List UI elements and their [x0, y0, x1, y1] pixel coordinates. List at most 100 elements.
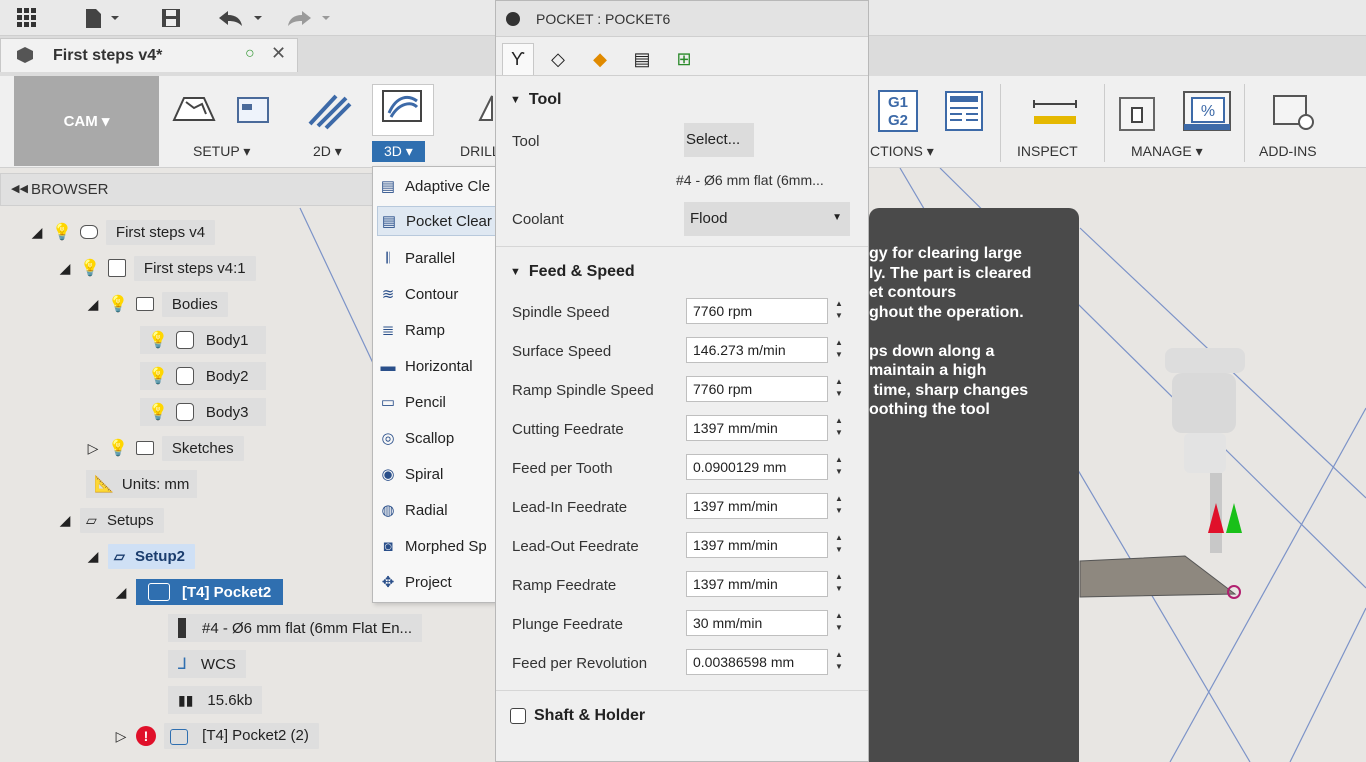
scripts-addins-icon[interactable]	[1272, 90, 1318, 132]
browser-header[interactable]: ◀◀ BROWSER	[0, 173, 380, 206]
tree-node-body3[interactable]: 💡 Body3	[140, 398, 267, 426]
tree-node-body2[interactable]: 💡 Body2	[140, 362, 267, 390]
drilling-menu[interactable]: DRILL	[460, 143, 500, 159]
menu-item-project[interactable]: ✥ Project	[377, 567, 501, 597]
menu-item-contour[interactable]: ≋ Contour	[377, 279, 501, 309]
tree-node-root[interactable]: ◢ 💡 First steps v4	[30, 218, 216, 246]
tree-node-units[interactable]: 📐 Units: mm	[86, 470, 198, 498]
ramp-feedrate-input[interactable]: 1397 mm/min	[686, 571, 828, 597]
2d-menu[interactable]: 2D ▾	[313, 143, 342, 160]
tree-node-component[interactable]: ◢ 💡 First steps v4:1	[58, 254, 256, 282]
plunge-feedrate-stepper[interactable]: ▲ ▼	[832, 610, 846, 636]
feed-per-tooth-stepper[interactable]: ▲ ▼	[832, 454, 846, 480]
tree-node-tool[interactable]: #4 - Ø6 mm flat (6mm Flat En...	[168, 614, 423, 642]
menu-item-pocket-clearing[interactable]: ▤ Pocket Clear	[377, 206, 501, 236]
menu-item-adaptive-clearing[interactable]: ▤ Adaptive Cle	[377, 171, 501, 201]
tool-section-header[interactable]: ▼ Tool	[510, 91, 561, 109]
tab-geometry[interactable]: ◇	[542, 43, 574, 75]
tree-node-pocket2[interactable]: ◢ [T4] Pocket2	[114, 578, 284, 606]
ramp-spindle-speed-input[interactable]: 7760 rpm	[686, 376, 828, 402]
workspace-switcher[interactable]: CAM ▾	[14, 76, 159, 166]
menu-item-scallop[interactable]: ◎ Scallop	[377, 423, 501, 453]
menu-item-morphed-spiral[interactable]: ◙ Morphed Sp	[377, 531, 501, 561]
tab-passes[interactable]: ▤	[626, 43, 658, 75]
manage-menu[interactable]: MANAGE ▾	[1131, 143, 1203, 160]
feed-per-revolution-input[interactable]: 0.00386598 mm	[686, 649, 828, 675]
ramp-feedrate-stepper[interactable]: ▲ ▼	[832, 571, 846, 597]
tree-node-pocket2-copy[interactable]: ▷ ! [T4] Pocket2 (2)	[114, 722, 319, 750]
lead-in-feedrate-stepper[interactable]: ▲ ▼	[832, 493, 846, 519]
tool-select-button[interactable]: Select...	[684, 123, 754, 157]
new-setup-icon[interactable]	[170, 90, 216, 132]
shaft-holder-section-header[interactable]: Shaft & Holder	[510, 707, 645, 725]
close-tab-icon[interactable]: ✕	[271, 43, 286, 64]
inspect-measure-icon[interactable]	[1030, 90, 1080, 132]
tree-node-setups[interactable]: ◢ ▱ Setups	[58, 506, 164, 534]
menu-item-pencil[interactable]: ▭ Pencil	[377, 387, 501, 417]
file-menu-icon[interactable]	[80, 6, 126, 30]
tab-heights[interactable]: ◆	[584, 43, 616, 75]
post-library-icon[interactable]: %	[1182, 90, 1232, 132]
expanded-triangle-icon[interactable]: ◢	[86, 548, 100, 565]
lead-out-feedrate-stepper[interactable]: ▲ ▼	[832, 532, 846, 558]
app-grid-icon[interactable]	[14, 6, 40, 30]
expanded-triangle-icon[interactable]: ◢	[114, 584, 128, 601]
menu-item-ramp[interactable]: ≣ Ramp	[377, 315, 501, 345]
spindle-speed-input[interactable]: 7760 rpm	[686, 298, 828, 324]
cutting-feedrate-input[interactable]: 1397 mm/min	[686, 415, 828, 441]
tab-linking[interactable]: ⊞	[668, 43, 700, 75]
surface-speed-input[interactable]: 146.273 m/min	[686, 337, 828, 363]
save-icon[interactable]	[156, 6, 186, 30]
lead-in-feedrate-input[interactable]: 1397 mm/min	[686, 493, 828, 519]
coolant-select[interactable]: Flood ▼	[684, 202, 850, 236]
actions-menu[interactable]: CTIONS ▾	[870, 143, 934, 160]
post-process-icon[interactable]: G1 G2	[878, 90, 924, 132]
tree-node-body1[interactable]: 💡 Body1	[140, 326, 267, 354]
plunge-feedrate-input[interactable]: 30 mm/min	[686, 610, 828, 636]
spindle-speed-stepper[interactable]: ▲ ▼	[832, 298, 846, 324]
3d-toolpath-icon[interactable]	[372, 84, 434, 136]
collapsed-triangle-icon[interactable]: ▷	[114, 728, 128, 745]
feed-per-tooth-input[interactable]: 0.0900129 mm	[686, 454, 828, 480]
expanded-triangle-icon[interactable]: ◢	[58, 260, 72, 277]
inspect-menu[interactable]: INSPECT	[1017, 143, 1078, 159]
lead-out-feedrate-input[interactable]: 1397 mm/min	[686, 532, 828, 558]
add-ins-menu[interactable]: ADD-INS	[1259, 143, 1317, 159]
undo-icon[interactable]	[214, 6, 270, 30]
visibility-bulb-icon[interactable]: 💡	[108, 294, 128, 314]
tree-node-nc-size[interactable]: ▮▮ 15.6kb	[168, 686, 263, 714]
2d-toolpath-icon[interactable]	[306, 90, 352, 132]
hidden-bulb-icon[interactable]: 💡	[148, 366, 168, 386]
3d-menu[interactable]: 3D ▾	[372, 141, 425, 162]
visibility-bulb-icon[interactable]: 💡	[148, 330, 168, 350]
cutting-feedrate-stepper[interactable]: ▲ ▼	[832, 415, 846, 441]
expanded-triangle-icon[interactable]: ◢	[58, 512, 72, 529]
feed-per-revolution-stepper[interactable]: ▲ ▼	[832, 649, 846, 675]
ramp-spindle-speed-stepper[interactable]: ▲ ▼	[832, 376, 846, 402]
tree-node-sketches[interactable]: ▷ 💡 Sketches	[86, 434, 244, 462]
collapsed-triangle-icon[interactable]: ▷	[86, 440, 100, 457]
feed-speed-section-header[interactable]: ▼ Feed & Speed	[510, 263, 635, 281]
expanded-triangle-icon[interactable]: ◢	[30, 224, 44, 241]
setup-sheet-icon[interactable]	[232, 90, 278, 132]
nc-program-icon[interactable]	[944, 90, 986, 132]
expanded-triangle-icon[interactable]: ◢	[86, 296, 100, 313]
menu-item-parallel[interactable]: 𝄃 Parallel	[377, 243, 501, 273]
visibility-bulb-icon[interactable]: 💡	[108, 438, 128, 458]
setup-menu[interactable]: SETUP ▾	[193, 143, 250, 160]
tree-node-bodies[interactable]: ◢ 💡 Bodies	[86, 290, 228, 318]
shaft-holder-checkbox[interactable]	[510, 708, 526, 724]
dialog-collapse-icon[interactable]	[506, 12, 520, 26]
menu-item-spiral[interactable]: ◉ Spiral	[377, 459, 501, 489]
tool-library-icon[interactable]	[1116, 90, 1160, 132]
tree-node-wcs[interactable]: ⅃ WCS	[168, 650, 246, 678]
menu-item-radial[interactable]: ◍ Radial	[377, 495, 501, 525]
surface-speed-stepper[interactable]: ▲ ▼	[832, 337, 846, 363]
dialog-title-bar[interactable]: POCKET : POCKET6	[496, 1, 868, 37]
visibility-bulb-icon[interactable]: 💡	[52, 222, 72, 242]
hidden-bulb-icon[interactable]: 💡	[148, 402, 168, 422]
tab-tool[interactable]: ϒ	[502, 43, 534, 75]
collapse-browser-icon[interactable]: ◀◀	[11, 182, 28, 195]
drilling-icon[interactable]	[462, 90, 496, 132]
tree-node-setup2[interactable]: ◢ ▱ Setup2	[86, 542, 195, 570]
